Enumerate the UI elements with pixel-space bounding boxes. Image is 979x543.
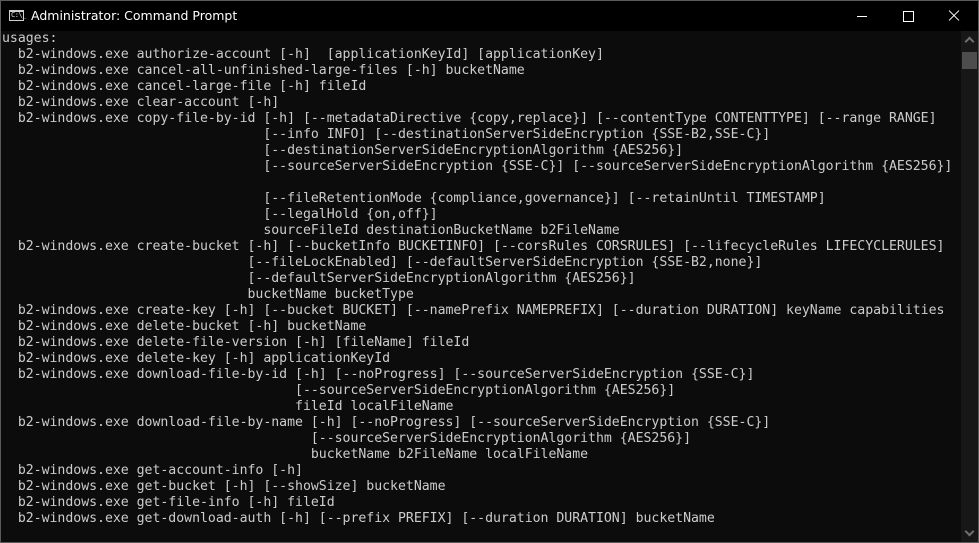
command-prompt-window: C:\_ Administrator: Command Prompt usage… <box>0 0 979 543</box>
close-button[interactable] <box>931 1 977 31</box>
console-line: [--legalHold {on,off}] <box>2 207 438 222</box>
console-line: [--sourceServerSideEncryptionAlgorithm {… <box>2 383 676 398</box>
console-line: [--fileRetentionMode {compliance,governa… <box>2 191 826 206</box>
maximize-button[interactable] <box>885 1 931 31</box>
console-line: b2-windows.exe download-file-by-id [-h] … <box>2 367 755 382</box>
console-line: b2-windows.exe cancel-all-unfinished-lar… <box>2 63 525 78</box>
console-line: b2-windows.exe copy-file-by-id [-h] [--m… <box>2 111 937 126</box>
console-line: [--defaultServerSideEncryptionAlgorithm … <box>2 271 636 286</box>
console-line: [--info INFO] [--destinationServerSideEn… <box>2 127 771 142</box>
maximize-icon <box>902 10 914 22</box>
console-output[interactable]: usages: b2-windows.exe authorize-account… <box>1 31 961 542</box>
close-icon <box>948 10 960 22</box>
console-line: b2-windows.exe delete-bucket [-h] bucket… <box>2 319 367 334</box>
console-line: b2-windows.exe get-bucket [-h] [--showSi… <box>2 479 446 494</box>
scroll-up-button[interactable] <box>961 31 978 48</box>
console-line: b2-windows.exe delete-key [-h] applicati… <box>2 351 391 366</box>
console-line: fileId localFileName <box>2 399 454 414</box>
title-bar[interactable]: C:\_ Administrator: Command Prompt <box>1 1 978 31</box>
minimize-button[interactable] <box>839 1 885 31</box>
console-line: b2-windows.exe delete-file-version [-h] … <box>2 335 470 350</box>
console-line: bucketName b2FileName localFileName <box>2 447 589 462</box>
console-line: b2-windows.exe create-key [-h] [--bucket… <box>2 303 945 318</box>
console-line: [--sourceServerSideEncryptionAlgorithm {… <box>2 431 692 446</box>
vertical-scrollbar[interactable] <box>961 31 978 542</box>
console-line: b2-windows.exe get-file-info [-h] fileId <box>2 495 335 510</box>
chevron-down-icon <box>964 526 975 537</box>
console-line: usages: <box>2 31 58 46</box>
console-line: b2-windows.exe clear-account [-h] <box>2 95 280 110</box>
console-line: [--fileLockEnabled] [--defaultServerSide… <box>2 255 763 270</box>
console-text: usages: b2-windows.exe authorize-account… <box>1 31 961 527</box>
console-line: b2-windows.exe get-account-info [-h] <box>2 463 303 478</box>
scrollbar-thumb[interactable] <box>962 52 977 69</box>
cmd-icon-text: C:\_ <box>11 11 26 19</box>
scroll-down-button[interactable] <box>961 525 978 542</box>
cmd-icon[interactable]: C:\_ <box>9 10 26 21</box>
console-line: b2-windows.exe create-bucket [-h] [--buc… <box>2 239 945 254</box>
console-line: b2-windows.exe download-file-by-name [-h… <box>2 415 771 430</box>
chevron-up-icon <box>964 36 975 47</box>
console-line: sourceFileId destinationBucketName b2Fil… <box>2 223 620 238</box>
console-line: b2-windows.exe authorize-account [-h] [a… <box>2 47 604 62</box>
window-title: Administrator: Command Prompt <box>31 8 238 23</box>
minimize-icon <box>857 15 867 17</box>
console-line: [--destinationServerSideEncryptionAlgori… <box>2 143 684 158</box>
console-line: bucketName bucketType <box>2 287 414 302</box>
console-line: [--sourceServerSideEncryption {SSE-C}] [… <box>2 159 953 174</box>
console-line: b2-windows.exe cancel-large-file [-h] fi… <box>2 79 367 94</box>
console-line: b2-windows.exe get-download-auth [-h] [-… <box>2 511 715 526</box>
